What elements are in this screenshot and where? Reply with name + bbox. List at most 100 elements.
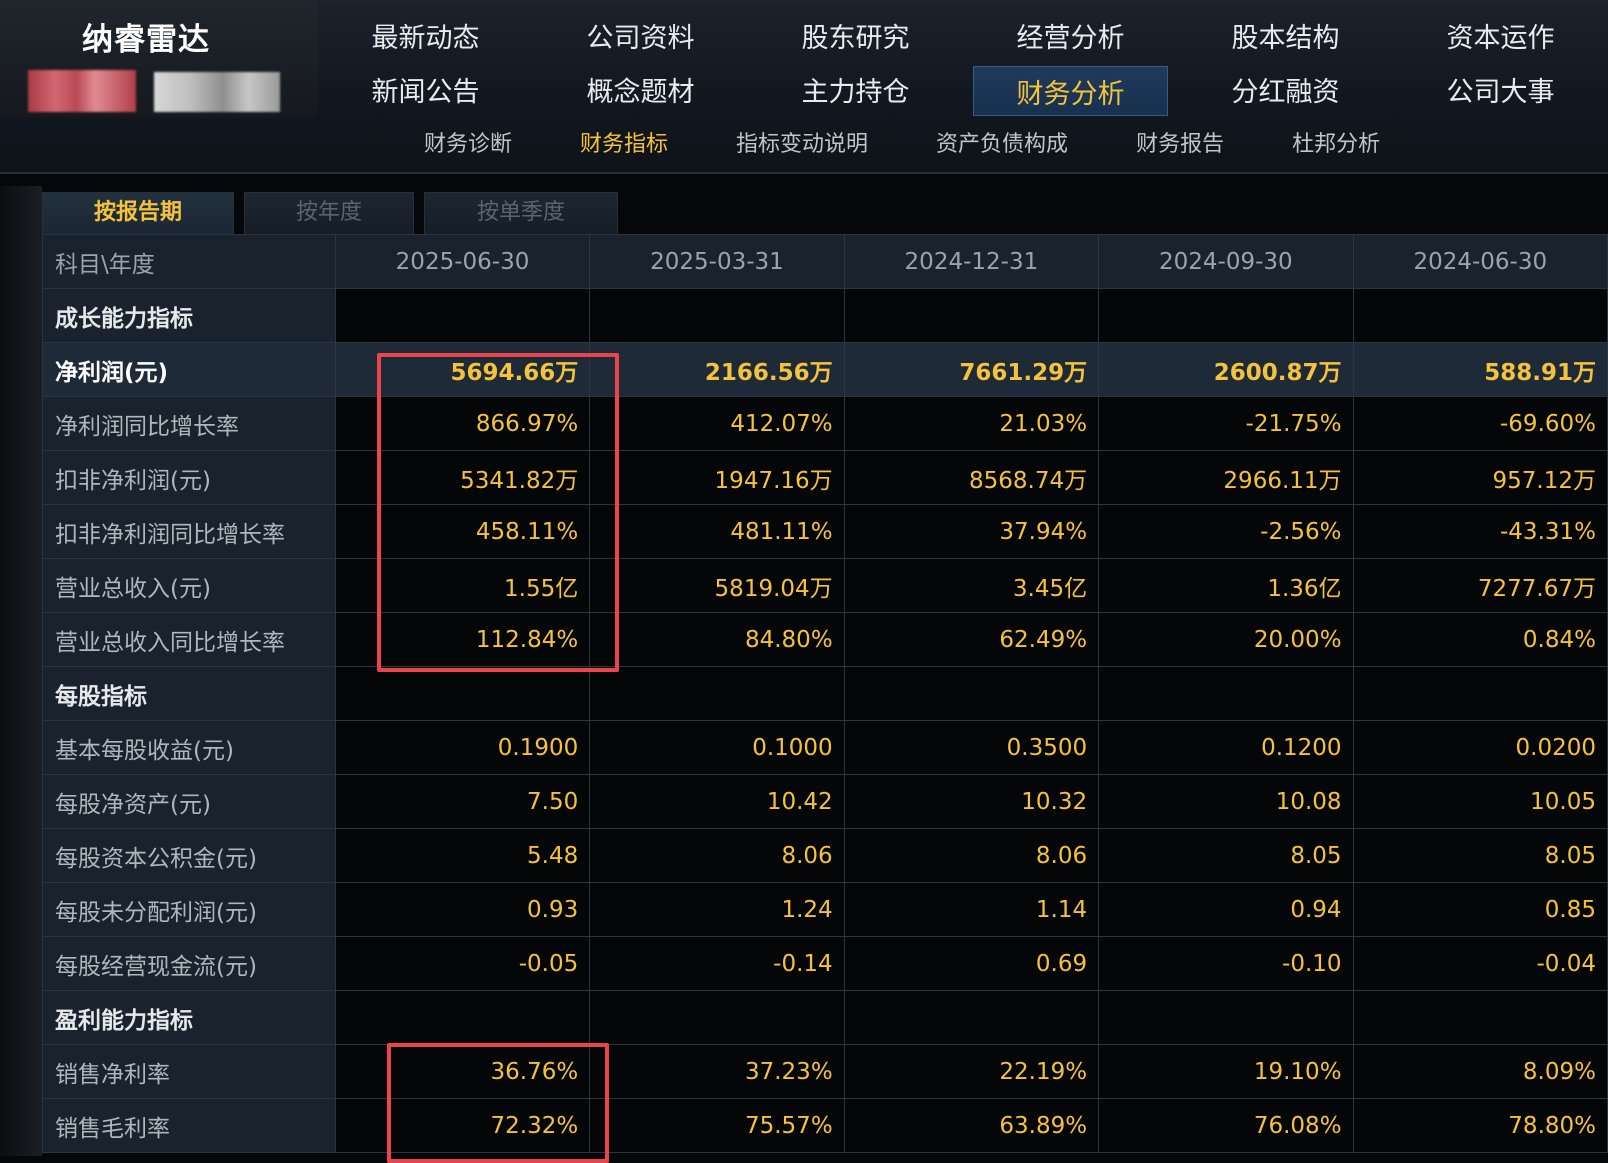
nav-item-7[interactable]: 概念题材 [533,62,748,116]
value-cell: 0.0200 [1352,720,1608,775]
subnav-item-3[interactable]: 资产负债构成 [902,122,1102,168]
value-cell: -2.56% [1098,504,1354,559]
main-navigation: 最新动态 公司资料 股东研究 经营分析 股本结构 资本运作新闻公告 概念题材 主力持仓 财务分析… [318,8,1608,118]
value-cell: 22.19% [843,1044,1100,1099]
value-cell: 8.05 [1352,828,1608,883]
nav-item-8[interactable]: 主力持仓 [748,62,963,116]
value-cell: -21.75% [1098,396,1354,451]
row-label[interactable]: 扣非净利润(元) [42,450,336,505]
nav-item-2[interactable]: 股东研究 [748,8,963,62]
value-cell: 10.32 [843,774,1100,829]
row-label[interactable]: 营业总收入(元) [42,558,336,613]
nav-item-10[interactable]: 分红融资 [1178,62,1393,116]
nav-item-3[interactable]: 经营分析 [963,8,1178,62]
value-cell: 0.85 [1352,882,1608,937]
value-cell: 36.76% [334,1044,591,1099]
value-cell: 5694.66万 [334,342,591,397]
nav-item-4[interactable]: 股本结构 [1178,8,1393,62]
value-cell: -69.60% [1352,396,1608,451]
value-cell: 588.91万 [1352,342,1608,397]
value-cell: 10.42 [589,774,845,829]
section-empty-cell [1098,288,1354,343]
value-cell: 5341.82万 [334,450,591,505]
value-cell: 1947.16万 [589,450,845,505]
value-cell: 8.06 [843,828,1100,883]
period-header[interactable]: 2024-06-30 [1352,234,1608,289]
value-cell: 5.48 [334,828,591,883]
row-label[interactable]: 扣非净利润同比增长率 [42,504,336,559]
subnav-item-5[interactable]: 杜邦分析 [1258,122,1414,168]
value-cell: 0.94 [1098,882,1354,937]
subnav-item-1[interactable]: 财务指标 [546,122,702,168]
period-tab-0[interactable]: 按报告期 [42,192,234,235]
nav-item-11[interactable]: 公司大事 [1393,62,1608,116]
table-row: 营业总收入(元) 1.55亿 5819.04万 3.45亿 1.36亿 7277.67万 [42,558,1608,613]
value-cell: 1.36亿 [1098,558,1354,613]
redacted-stock-info [154,72,280,112]
value-cell: 866.97% [334,396,591,451]
period-header[interactable]: 2024-12-31 [843,234,1100,289]
table-row: 每股经营现金流(元) -0.05 -0.14 0.69 -0.10 -0.04 [42,936,1608,991]
value-cell: 1.14 [843,882,1100,937]
row-label[interactable]: 净利润(元) [42,342,336,397]
nav-item-9[interactable]: 财务分析 [973,66,1168,116]
section-row: 盈利能力指标 [42,990,1608,1045]
value-cell: 0.84% [1352,612,1608,667]
row-label[interactable]: 每股净资产(元) [42,774,336,829]
section-empty-cell [1352,990,1608,1045]
table-row: 每股未分配利润(元) 0.93 1.24 1.14 0.94 0.85 [42,882,1608,937]
table-row: 扣非净利润(元) 5341.82万 1947.16万 8568.74万 2966.11万… [42,450,1608,505]
table-row: 基本每股收益(元) 0.1900 0.1000 0.3500 0.1200 0.0200 [42,720,1608,775]
section-empty-cell [589,990,845,1045]
period-header[interactable]: 2025-06-30 [334,234,591,289]
value-cell: 10.08 [1098,774,1354,829]
section-title: 成长能力指标 [42,288,336,343]
table-row: 净利润(元) 5694.66万 2166.56万 7661.29万 2600.87万 58… [42,342,1608,397]
value-cell: 63.89% [843,1098,1100,1153]
subnav-item-2[interactable]: 指标变动说明 [702,122,902,168]
nav-item-5[interactable]: 资本运作 [1393,8,1608,62]
nav-item-0[interactable]: 最新动态 [318,8,533,62]
subnav-item-0[interactable]: 财务诊断 [390,122,546,168]
row-label[interactable]: 每股未分配利润(元) [42,882,336,937]
value-cell: 7.50 [334,774,591,829]
section-title: 每股指标 [42,666,336,721]
row-label[interactable]: 营业总收入同比增长率 [42,612,336,667]
period-header[interactable]: 2024-09-30 [1098,234,1354,289]
financial-indicators-table: 科目\年度 2025-06-30 2025-03-31 2024-12-31 2024… [42,234,1608,1153]
row-label[interactable]: 销售毛利率 [42,1098,336,1153]
value-cell: 3.45亿 [843,558,1100,613]
period-tab-2[interactable]: 按单季度 [424,192,618,235]
value-cell: 2966.11万 [1098,450,1354,505]
value-cell: 19.10% [1098,1044,1354,1099]
value-cell: 76.08% [1098,1098,1354,1153]
top-header: 纳睿雷达 最新动态 公司资料 股东研究 经营分析 股本结构 资本运作新闻公告 概念题材 主力持… [0,0,1608,174]
subnav-item-4[interactable]: 财务报告 [1102,122,1258,168]
period-tab-1[interactable]: 按年度 [244,192,414,235]
value-cell: 957.12万 [1352,450,1608,505]
value-cell: 0.1900 [334,720,591,775]
table-header-row: 科目\年度 2025-06-30 2025-03-31 2024-12-31 2024… [42,234,1608,289]
value-cell: -0.14 [589,936,845,991]
period-header[interactable]: 2025-03-31 [589,234,845,289]
section-empty-cell [1098,666,1354,721]
value-cell: 72.32% [334,1098,591,1153]
row-label[interactable]: 净利润同比增长率 [42,396,336,451]
value-cell: 10.05 [1352,774,1608,829]
value-cell: -0.05 [334,936,591,991]
row-label[interactable]: 每股资本公积金(元) [42,828,336,883]
value-cell: 481.11% [589,504,845,559]
row-label[interactable]: 每股经营现金流(元) [42,936,336,991]
left-side-strip [0,186,42,1156]
row-label[interactable]: 销售净利率 [42,1044,336,1099]
table-row: 销售净利率 36.76% 37.23% 22.19% 19.10% 8.09% [42,1044,1608,1099]
nav-item-1[interactable]: 公司资料 [533,8,748,62]
section-empty-cell [1352,288,1608,343]
row-label[interactable]: 基本每股收益(元) [42,720,336,775]
table-row: 营业总收入同比增长率 112.84% 84.80% 62.49% 20.00% 0.84% [42,612,1608,667]
section-empty-cell [334,288,591,343]
nav-item-6[interactable]: 新闻公告 [318,62,533,116]
brand-panel: 纳睿雷达 [0,0,318,118]
value-cell: 0.69 [843,936,1100,991]
value-cell: 1.24 [589,882,845,937]
